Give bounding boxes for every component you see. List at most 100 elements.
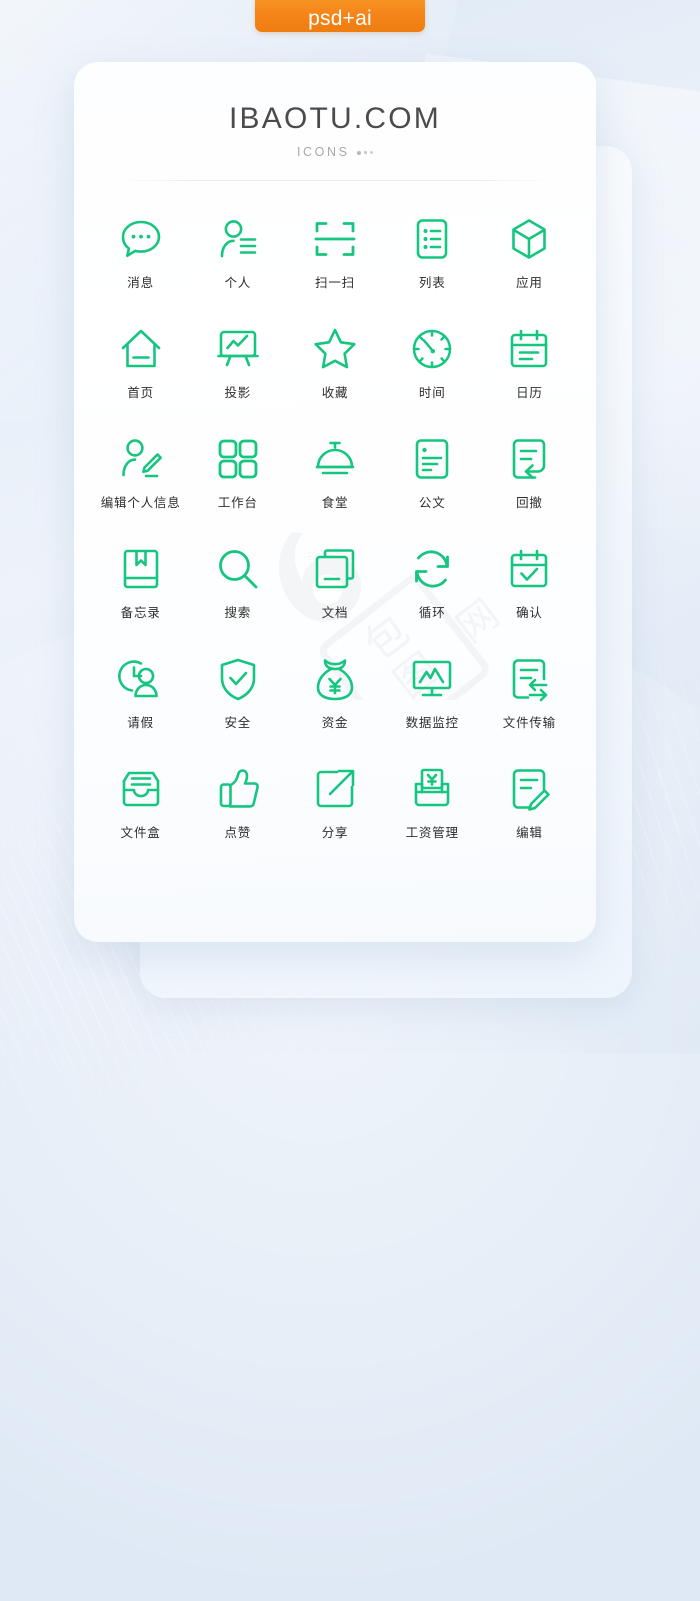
icon-cell-canteen[interactable]: 食堂 — [286, 431, 383, 541]
icon-cell-search[interactable]: 搜索 — [189, 541, 286, 651]
icon-cell-memo[interactable]: 备忘录 — [92, 541, 189, 651]
icon-label: 公文 — [418, 495, 446, 510]
money-bag-yen-icon — [310, 651, 360, 707]
icon-label: 请假 — [127, 715, 154, 730]
magnifier-icon — [213, 541, 263, 597]
icon-label: 应用 — [516, 275, 543, 290]
header-divider — [109, 180, 561, 181]
icon-label: 工资管理 — [405, 825, 459, 840]
icon-label: 工作台 — [217, 495, 258, 510]
icon-cell-personal[interactable]: 个人 — [189, 211, 286, 321]
icon-cell-home[interactable]: 首页 — [92, 321, 189, 431]
icon-cell-projection[interactable]: 投影 — [189, 321, 286, 431]
list-document-icon — [407, 211, 457, 267]
icon-label: 循环 — [418, 605, 446, 620]
icon-set-card: IBAOTU.COM ICONS 包 图 网 消息 个人 扫一扫 列表 应用 首… — [74, 62, 596, 942]
icon-cell-edit-profile[interactable]: 编辑个人信息 — [92, 431, 189, 541]
stacked-pages-icon — [310, 541, 360, 597]
psd-ai-format-badge: psd+ai — [255, 0, 425, 32]
clock-person-icon — [116, 651, 166, 707]
icon-cell-leave-request[interactable]: 请假 — [92, 651, 189, 761]
icon-label: 点赞 — [224, 825, 252, 840]
icon-label: 文件传输 — [502, 715, 556, 730]
icon-label: 回撤 — [516, 495, 543, 510]
icon-cell-payroll-management[interactable]: 工资管理 — [384, 761, 481, 871]
icon-label: 备忘录 — [120, 605, 161, 620]
psd-ai-badge-label: psd+ai — [308, 7, 372, 30]
icon-cell-scan[interactable]: 扫一扫 — [286, 211, 383, 321]
food-cloche-icon — [310, 431, 360, 487]
icon-label: 搜索 — [224, 605, 252, 620]
person-pencil-icon — [116, 431, 166, 487]
chat-bubble-dots-icon — [116, 211, 166, 267]
document-transfer-arrows-icon — [504, 651, 554, 707]
house-icon — [116, 321, 166, 377]
scan-frame-icon — [310, 211, 360, 267]
icon-label: 文档 — [321, 605, 349, 620]
document-undo-arrow-icon — [504, 431, 554, 487]
monitor-chart-icon — [407, 651, 457, 707]
page-title: IBAOTU.COM — [228, 102, 441, 135]
icon-cell-message[interactable]: 消息 — [92, 211, 189, 321]
icon-cell-calendar[interactable]: 日历 — [481, 321, 578, 431]
share-arrow-icon — [310, 761, 360, 817]
icon-grid: 消息 个人 扫一扫 列表 应用 首页 投影 收藏 时间 日历 编辑个人信息 工作… — [74, 211, 596, 871]
icon-cell-time[interactable]: 时间 — [384, 321, 481, 431]
icon-label: 编辑 — [516, 825, 543, 840]
clock-dial-icon — [407, 321, 457, 377]
icon-label: 确认 — [516, 605, 543, 620]
icon-label: 数据监控 — [405, 715, 459, 730]
payslip-yen-icon — [407, 761, 457, 817]
thumbs-up-icon — [213, 761, 263, 817]
icon-cell-documents[interactable]: 文档 — [286, 541, 383, 651]
card-header: IBAOTU.COM ICONS — [74, 62, 596, 181]
icon-cell-official-document[interactable]: 公文 — [384, 431, 481, 541]
icon-label: 个人 — [224, 275, 252, 290]
circular-arrows-icon — [407, 541, 457, 597]
icon-cell-edit[interactable]: 编辑 — [481, 761, 578, 871]
icon-cell-withdraw[interactable]: 回撤 — [481, 431, 578, 541]
icon-label: 首页 — [127, 385, 154, 400]
icon-label: 分享 — [321, 825, 349, 840]
star-icon — [310, 321, 360, 377]
bookmark-book-icon — [116, 541, 166, 597]
cube-box-icon — [504, 211, 554, 267]
icon-cell-workbench[interactable]: 工作台 — [189, 431, 286, 541]
icon-cell-share[interactable]: 分享 — [286, 761, 383, 871]
icon-label: 资金 — [321, 715, 349, 730]
calendar-icon — [504, 321, 554, 377]
icon-label: 投影 — [224, 385, 252, 400]
subtitle-dots-icon — [356, 150, 374, 155]
icon-cell-loop[interactable]: 循环 — [384, 541, 481, 651]
icon-label: 列表 — [418, 275, 446, 290]
icon-cell-list[interactable]: 列表 — [384, 211, 481, 321]
document-pencil-icon — [504, 761, 554, 817]
icon-label: 时间 — [418, 385, 446, 400]
calendar-check-icon — [504, 541, 554, 597]
icon-cell-file-box[interactable]: 文件盒 — [92, 761, 189, 871]
icon-label: 编辑个人信息 — [100, 495, 181, 510]
projector-chart-icon — [213, 321, 263, 377]
icon-label: 日历 — [516, 385, 543, 400]
icon-cell-funds[interactable]: 资金 — [286, 651, 383, 761]
icon-cell-file-transfer[interactable]: 文件传输 — [481, 651, 578, 761]
icon-cell-like[interactable]: 点赞 — [189, 761, 286, 871]
page-subtitle: ICONS — [74, 145, 596, 159]
icon-label: 消息 — [127, 275, 154, 290]
icon-label: 安全 — [224, 715, 252, 730]
page-subtitle-label: ICONS — [296, 145, 350, 159]
icon-label: 文件盒 — [120, 825, 161, 840]
icon-cell-security[interactable]: 安全 — [189, 651, 286, 761]
document-lines-icon — [407, 431, 457, 487]
person-profile-icon — [213, 211, 263, 267]
icon-cell-favorite[interactable]: 收藏 — [286, 321, 383, 431]
icon-cell-application[interactable]: 应用 — [481, 211, 578, 321]
shield-check-icon — [213, 651, 263, 707]
file-tray-icon — [116, 761, 166, 817]
icon-label: 食堂 — [321, 495, 349, 510]
grid-four-squares-icon — [213, 431, 263, 487]
icon-label: 扫一扫 — [315, 275, 355, 290]
icon-cell-data-monitoring[interactable]: 数据监控 — [384, 651, 481, 761]
icon-label: 收藏 — [321, 385, 349, 400]
icon-cell-confirm[interactable]: 确认 — [481, 541, 578, 651]
